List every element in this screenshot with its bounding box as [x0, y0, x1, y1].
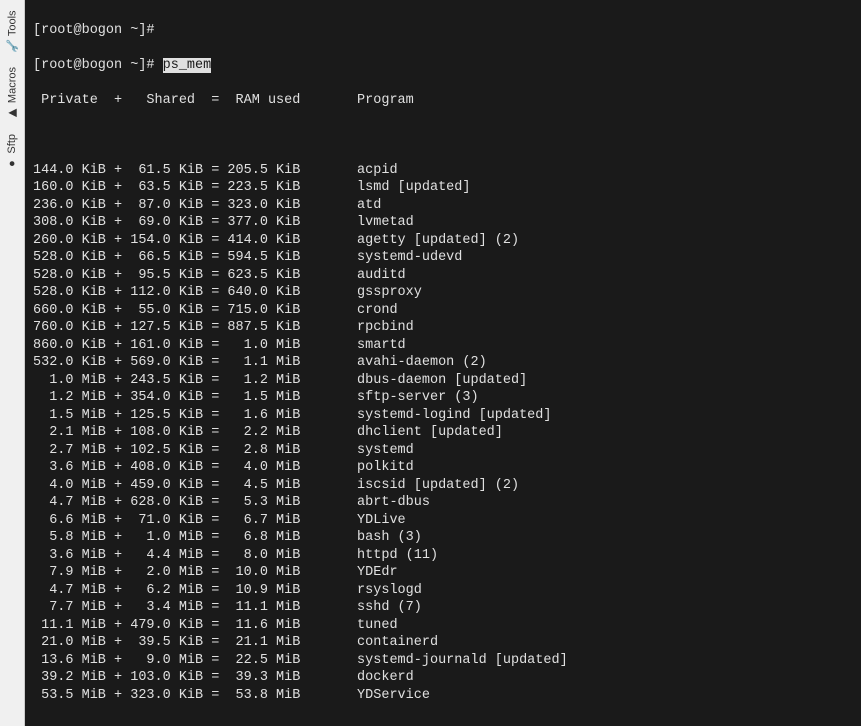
sidebar-label-tools: Tools — [6, 10, 18, 36]
table-row: 6.6 MiB + 71.0 KiB = 6.7 MiB YDLive — [33, 512, 853, 530]
table-row: 11.1 MiB + 479.0 KiB = 11.6 MiB tuned — [33, 617, 853, 635]
table-row: 4.7 MiB + 6.2 MiB = 10.9 MiB rsyslogd — [33, 582, 853, 600]
table-row: 1.2 MiB + 354.0 KiB = 1.5 MiB sftp-serve… — [33, 389, 853, 407]
table-row: 53.5 MiB + 323.0 KiB = 53.8 MiB YDServic… — [33, 687, 853, 705]
prompt-line-1: [root@bogon ~]# — [33, 22, 853, 40]
header-row: Private + Shared = RAM used Program — [33, 92, 853, 110]
table-row: 528.0 KiB + 112.0 KiB = 640.0 KiB gsspro… — [33, 284, 853, 302]
sidebar-tab-sftp[interactable]: ● Sftp — [4, 128, 20, 176]
table-row: 160.0 KiB + 63.5 KiB = 223.5 KiB lsmd [u… — [33, 179, 853, 197]
wrench-icon: 🔧 — [6, 40, 19, 53]
table-row: 528.0 KiB + 66.5 KiB = 594.5 KiB systemd… — [33, 249, 853, 267]
table-row: 3.6 MiB + 408.0 KiB = 4.0 MiB polkitd — [33, 459, 853, 477]
table-row: 3.6 MiB + 4.4 MiB = 8.0 MiB httpd (11) — [33, 547, 853, 565]
table-row: 1.0 MiB + 243.5 KiB = 1.2 MiB dbus-daemo… — [33, 372, 853, 390]
divider-dashes: --------------------------------- — [33, 722, 853, 726]
table-row: 39.2 MiB + 103.0 KiB = 39.3 MiB dockerd — [33, 669, 853, 687]
table-row: 532.0 KiB + 569.0 KiB = 1.1 MiB avahi-da… — [33, 354, 853, 372]
table-row: 660.0 KiB + 55.0 KiB = 715.0 KiB crond — [33, 302, 853, 320]
folder-icon: ● — [6, 158, 18, 170]
prompt-line-2: [root@bogon ~]# ps_mem — [33, 57, 853, 75]
table-row: 144.0 KiB + 61.5 KiB = 205.5 KiB acpid — [33, 162, 853, 180]
table-row: 308.0 KiB + 69.0 KiB = 377.0 KiB lvmetad — [33, 214, 853, 232]
table-row: 260.0 KiB + 154.0 KiB = 414.0 KiB agetty… — [33, 232, 853, 250]
table-row: 7.7 MiB + 3.4 MiB = 11.1 MiB sshd (7) — [33, 599, 853, 617]
sidebar: 🔧 Tools ▶ Macros ● Sftp — [0, 0, 25, 726]
sidebar-tab-tools[interactable]: 🔧 Tools — [4, 4, 21, 59]
terminal[interactable]: [root@bogon ~]# [root@bogon ~]# ps_mem P… — [25, 0, 861, 726]
table-row: 2.1 MiB + 108.0 KiB = 2.2 MiB dhclient [… — [33, 424, 853, 442]
table-row: 760.0 KiB + 127.5 KiB = 887.5 KiB rpcbin… — [33, 319, 853, 337]
table-row: 13.6 MiB + 9.0 MiB = 22.5 MiB systemd-jo… — [33, 652, 853, 670]
table-row: 860.0 KiB + 161.0 KiB = 1.0 MiB smartd — [33, 337, 853, 355]
command-highlight: ps_mem — [163, 58, 212, 73]
table-row: 528.0 KiB + 95.5 KiB = 623.5 KiB auditd — [33, 267, 853, 285]
table-row: 236.0 KiB + 87.0 KiB = 323.0 KiB atd — [33, 197, 853, 215]
blank-line — [33, 127, 853, 145]
table-row: 1.5 MiB + 125.5 KiB = 1.6 MiB systemd-lo… — [33, 407, 853, 425]
sidebar-tab-macros[interactable]: ▶ Macros — [4, 61, 21, 126]
play-icon: ▶ — [6, 107, 19, 120]
table-row: 4.7 MiB + 628.0 KiB = 5.3 MiB abrt-dbus — [33, 494, 853, 512]
table-row: 5.8 MiB + 1.0 MiB = 6.8 MiB bash (3) — [33, 529, 853, 547]
sidebar-label-macros: Macros — [6, 67, 18, 103]
table-row: 21.0 MiB + 39.5 KiB = 21.1 MiB container… — [33, 634, 853, 652]
table-row: 4.0 MiB + 459.0 KiB = 4.5 MiB iscsid [up… — [33, 477, 853, 495]
table-row: 7.9 MiB + 2.0 MiB = 10.0 MiB YDEdr — [33, 564, 853, 582]
table-row: 2.7 MiB + 102.5 KiB = 2.8 MiB systemd — [33, 442, 853, 460]
sidebar-label-sftp: Sftp — [6, 134, 18, 154]
